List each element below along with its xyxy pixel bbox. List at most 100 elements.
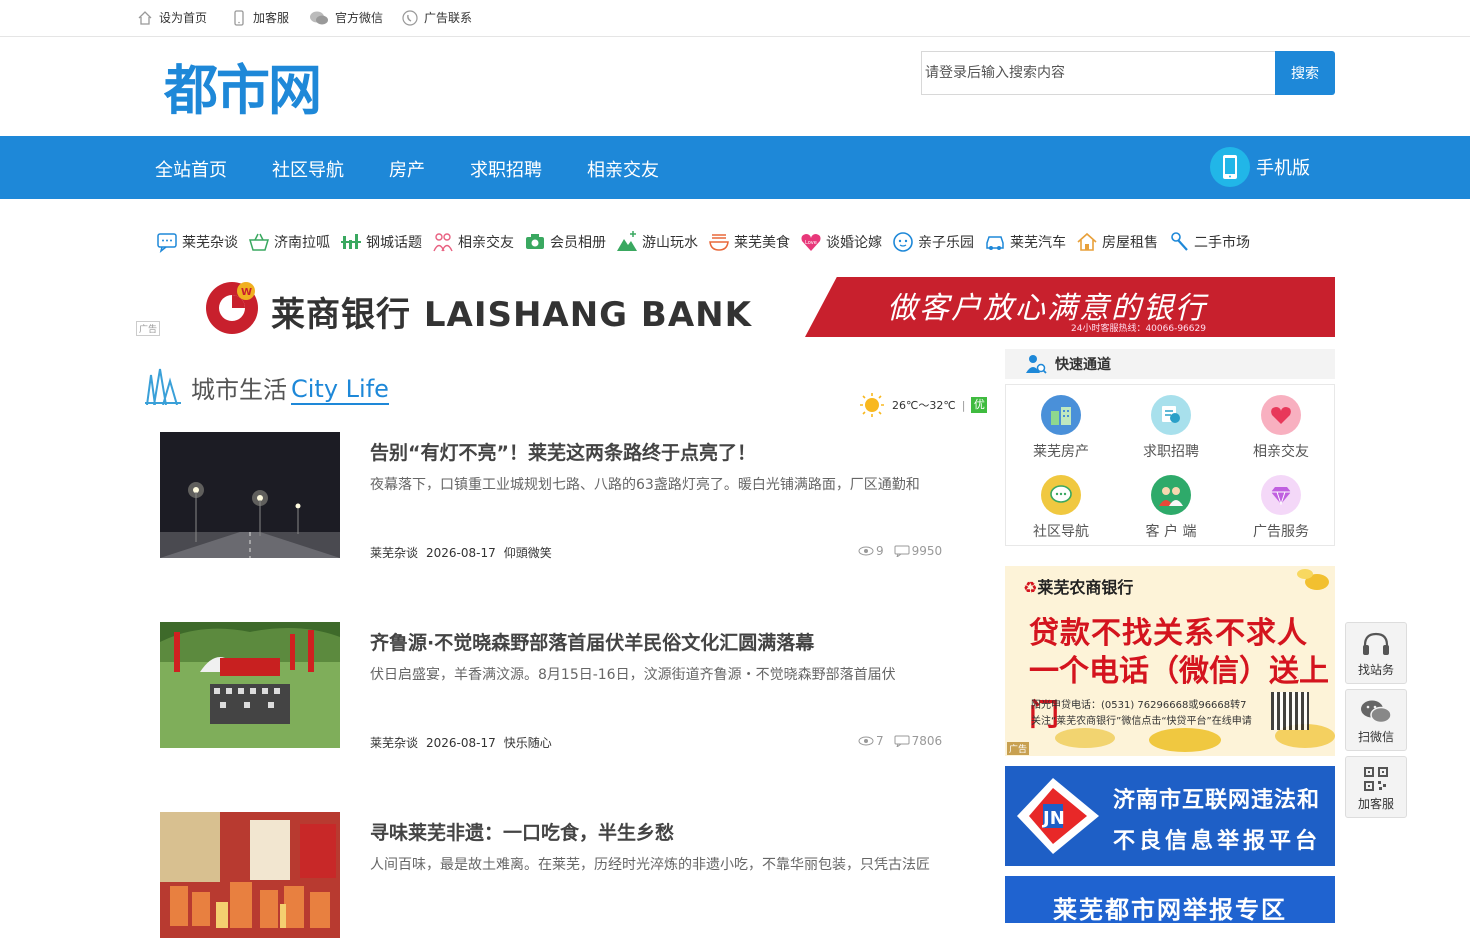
house-icon (1077, 232, 1097, 251)
category-item[interactable]: 会员相册 (524, 231, 606, 253)
official-wechat-link[interactable]: 官方微信 (309, 9, 383, 26)
sun-icon (860, 393, 884, 417)
banner-hotline: 24小时客服热线：40066-96629 (1071, 324, 1206, 334)
jinan-report-platform-ad[interactable]: JN 济南市互联网违法和 不良信息举报平台 (1005, 766, 1335, 866)
rural-bank-logo-icon: ♻ (1023, 578, 1038, 597)
report-zone-text: 莱芜都市网举报专区 (1053, 896, 1287, 923)
city-skyline-icon (145, 368, 181, 405)
header: 都市网 搜索 (0, 37, 1470, 136)
article-date: 2026-08-17 (426, 736, 496, 750)
svg-text:Love: Love (805, 240, 817, 246)
laishang-bank-banner-ad[interactable]: W 莱商银行 LAISHANG BANK 做客户放心满意的银行 24小时客服热线… (136, 277, 1335, 337)
nav-home[interactable]: 全站首页 (155, 156, 227, 182)
site-logo[interactable]: 都市网 (164, 55, 329, 117)
set-homepage-link[interactable]: 设为首页 (137, 9, 207, 26)
mobile-version-link[interactable]: 手机版 (1210, 147, 1310, 187)
comment-icon (894, 735, 910, 747)
camera-icon (526, 234, 544, 249)
category-item[interactable]: 莱芜美食 (708, 231, 790, 253)
main-nav: 全站首页 社区导航 房产 求职招聘 相亲交友 手机版 (0, 136, 1470, 199)
category-item[interactable]: 钢城话题 (340, 231, 422, 253)
weather-widget: 26℃～32℃ | 优 (858, 393, 988, 417)
category-item[interactable]: 房屋租售 (1076, 231, 1158, 253)
category-item[interactable]: 亲子乐园 (892, 231, 974, 253)
side-find-staff-button[interactable]: 找站务 (1345, 622, 1407, 684)
wrench-icon (1171, 232, 1188, 251)
article-category[interactable]: 莱芜杂谈 (370, 546, 418, 560)
job-icon (1151, 395, 1191, 435)
quick-community[interactable]: 社区导航 (1006, 475, 1116, 541)
bank-name: 莱商银行 LAISHANG BANK (271, 295, 752, 335)
eye-icon (858, 546, 874, 556)
couple-icon (433, 233, 453, 252)
report-zone-ad[interactable]: 莱芜都市网举报专区 (1005, 876, 1335, 923)
wechat-icon (310, 11, 328, 24)
comment-count: 9950 (911, 544, 943, 558)
jn-logo-icon: JN (1017, 778, 1099, 854)
rural-bank-wechat-note: 关注“莱芜农商银行”微信点击“快贷平台”在线申请 (1031, 716, 1252, 727)
chat-icon (157, 233, 177, 253)
article-date: 2026-08-17 (426, 546, 496, 560)
search-box: 搜索 (921, 51, 1335, 95)
diamond-icon (1261, 475, 1301, 515)
rural-bank-ad[interactable]: ♻莱芜农商银行 贷款不找关系不求人 一个电话（微信）送上门 阳光申贷电话：(05… (1005, 566, 1335, 756)
article-stats: 7 7806 (858, 734, 942, 748)
speech-icon (1041, 475, 1081, 515)
side-scan-wechat-button[interactable]: 扫微信 (1345, 689, 1407, 751)
view-count: 9 (876, 544, 884, 558)
quick-ad-service[interactable]: 广告服务 (1226, 475, 1336, 541)
article-item[interactable]: 齐鲁源·不觉晓森野部落首届伏羊民俗文化汇圆满落幕 伏日启盛宴，羊香满汶源。8月1… (160, 622, 960, 750)
article-item[interactable]: 告别“有灯不亮”！莱芜这两条路终于点亮了！ 夜幕落下，口镇重工业城规划七路、八路… (160, 432, 960, 561)
article-thumbnail-street-lights[interactable] (160, 432, 340, 558)
category-item[interactable]: 相亲交友 (432, 231, 514, 253)
category-item[interactable]: 二手市场 (1168, 231, 1250, 253)
basket-icon (248, 233, 270, 251)
article-author[interactable]: 仰頭微笑 (504, 546, 552, 560)
article-thumbnail-snacks[interactable] (160, 812, 340, 938)
ad-label: 广告 (136, 321, 161, 336)
category-item[interactable]: 莱芜汽车 (984, 231, 1066, 253)
article-item[interactable]: 寻味莱芜非遗：一口吃食，半生乡愁 人间百味，最是故土难离。在莱芜，历经时光淬炼的… (160, 812, 960, 938)
article-title[interactable]: 寻味莱芜非遗：一口吃食，半生乡愁 (370, 818, 674, 845)
phone-icon (234, 9, 244, 26)
category-item[interactable]: Love 谈婚论嫁 (800, 231, 882, 253)
quick-channel-grid: 莱芜房产 求职招聘 相亲交友 社区导航 客 户 端 广告服务 (1005, 384, 1335, 546)
nav-community[interactable]: 社区导航 (272, 156, 344, 182)
side-add-service-button[interactable]: 加客服 (1345, 756, 1407, 818)
heart-love-icon: Love (801, 234, 821, 251)
article-title[interactable]: 齐鲁源·不觉晓森野部落首届伏羊民俗文化汇圆满落幕 (370, 628, 814, 655)
section-title-zh: 城市生活 (191, 376, 287, 404)
category-item[interactable]: 莱芜杂谈 (156, 231, 238, 253)
mobile-phone-icon (1210, 147, 1250, 187)
quick-jobs[interactable]: 求职招聘 (1116, 395, 1226, 461)
article-author[interactable]: 快乐随心 (504, 736, 552, 750)
svg-text:都市网: 都市网 (164, 59, 320, 117)
nav-jobs[interactable]: 求职招聘 (470, 156, 542, 182)
ad-contact-link[interactable]: 广告联系 (402, 9, 472, 26)
category-item[interactable]: 济南拉呱 (248, 231, 330, 253)
quick-real-estate[interactable]: 莱芜房产 (1006, 395, 1116, 461)
category-bar: 莱芜杂谈 济南拉呱 钢城话题 相亲交友 会员相册 游山玩水 莱芜美食 Love 谈… (156, 231, 1260, 253)
quick-channel-header: 快速通道 (1005, 349, 1335, 379)
quick-dating[interactable]: 相亲交友 (1226, 395, 1336, 461)
nav-dating[interactable]: 相亲交友 (587, 156, 659, 182)
add-service-link[interactable]: 加客服 (231, 9, 289, 26)
people-icon (1151, 475, 1191, 515)
article-summary: 夜幕落下，口镇重工业城规划七路、八路的63盏路灯亮了。暖白光铺满路面，厂区通勤和 (370, 477, 920, 493)
category-item[interactable]: 游山玩水 (616, 231, 698, 253)
quick-client[interactable]: 客 户 端 (1116, 475, 1226, 541)
search-button[interactable]: 搜索 (1275, 51, 1335, 95)
article-summary: 伏日启盛宴，羊香满汶源。8月15日-16日，汶源街道齐鲁源・不觉晓森野部落首届伏 (370, 667, 896, 683)
nav-real-estate[interactable]: 房产 (389, 156, 425, 182)
article-title[interactable]: 告别“有灯不亮”！莱芜这两条路终于点亮了！ (370, 438, 756, 465)
building-icon (1041, 395, 1081, 435)
contact-icon (402, 9, 418, 26)
article-meta: 莱芜杂谈 2026-08-17 仰頭微笑 (370, 544, 560, 561)
home-icon (138, 10, 152, 25)
qrcode-icon (1360, 765, 1392, 793)
article-thumbnail-festival[interactable] (160, 622, 340, 748)
heart-icon (1261, 395, 1301, 435)
search-input[interactable] (921, 51, 1275, 95)
bowl-icon (709, 234, 729, 251)
article-category[interactable]: 莱芜杂谈 (370, 736, 418, 750)
